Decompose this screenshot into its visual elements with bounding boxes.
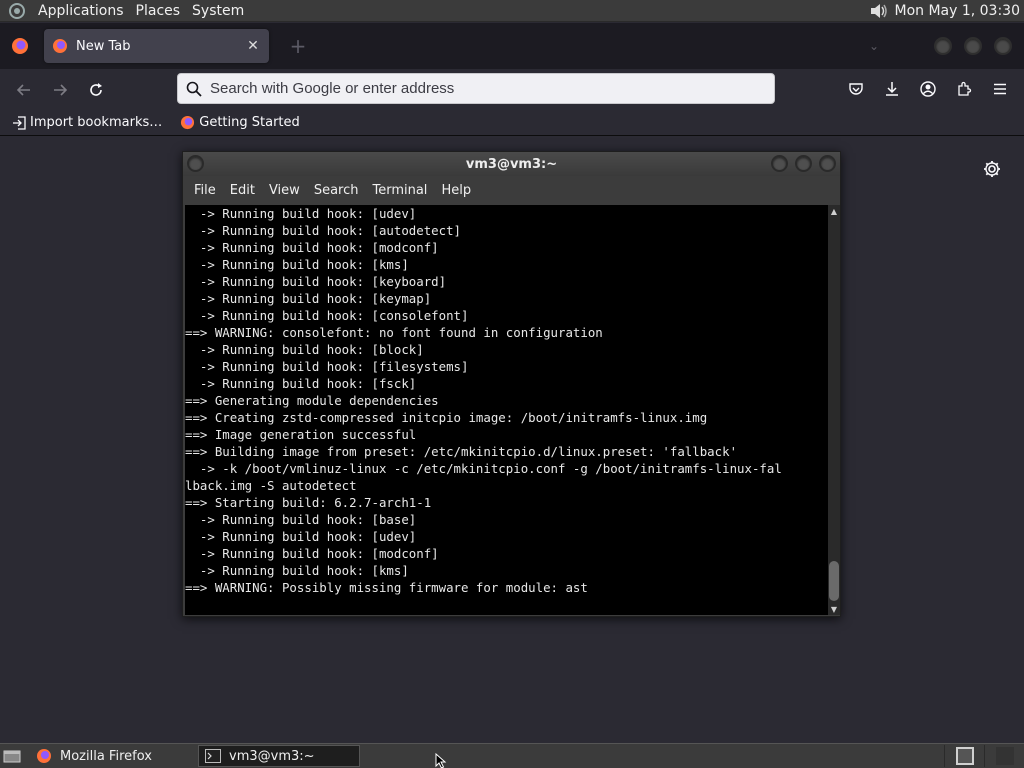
terminal-line: -> Running build hook: [kms] — [185, 563, 409, 578]
terminal-line: -> Running build hook: [keyboard] — [185, 274, 447, 289]
minimize-button[interactable] — [771, 155, 788, 172]
terminal-line: -> Running build hook: [kms] — [185, 257, 409, 272]
clock[interactable]: Mon May 1, 03:30 — [894, 3, 1024, 19]
gear-icon[interactable] — [982, 159, 1002, 179]
distro-logo-icon[interactable] — [6, 0, 28, 22]
bookmark-getting-started-label: Getting Started — [199, 115, 300, 130]
chevron-down-icon[interactable]: ⌄ — [864, 39, 884, 53]
menu-terminal[interactable]: Terminal — [365, 183, 434, 198]
plus-icon[interactable]: + — [283, 31, 313, 61]
task-terminal[interactable]: vm3@vm3:~ — [198, 745, 360, 767]
tab-strip: New Tab ✕ + ⌄ — [0, 23, 1024, 69]
terminal-title: vm3@vm3:~ — [465, 156, 558, 172]
pocket-icon[interactable] — [840, 73, 872, 105]
terminal-line: -> Running build hook: [fsck] — [185, 376, 417, 391]
mouse-cursor-icon — [435, 753, 447, 768]
bookmark-import[interactable]: Import bookmarks… — [6, 115, 168, 130]
import-icon — [13, 115, 26, 130]
nav-toolbar — [0, 69, 1024, 110]
terminal-line: ==> Image generation successful — [185, 427, 417, 442]
taskbar: Mozilla Firefox vm3@vm3:~ — [0, 743, 1024, 768]
terminal-line: ==> WARNING: consolefont: no font found … — [185, 325, 603, 340]
close-window-button[interactable] — [819, 155, 836, 172]
terminal-line: -> Running build hook: [block] — [185, 342, 424, 357]
menu-view[interactable]: View — [262, 183, 307, 198]
volume-icon[interactable] — [868, 0, 890, 22]
menu-help[interactable]: Help — [434, 183, 478, 198]
places-menu[interactable]: Places — [130, 0, 187, 22]
scroll-down-icon[interactable]: ▼ — [828, 603, 840, 615]
show-desktop-icon[interactable] — [0, 745, 24, 767]
scrollbar-thumb[interactable] — [829, 561, 839, 601]
back-arrow-icon[interactable] — [8, 74, 40, 106]
firefox-icon — [181, 115, 195, 130]
task-firefox[interactable]: Mozilla Firefox — [30, 745, 192, 767]
url-bar[interactable] — [177, 73, 775, 104]
system-menu[interactable]: System — [186, 0, 250, 22]
terminal-output[interactable]: -> Running build hook: [udev] -> Running… — [185, 205, 828, 615]
menu-edit[interactable]: Edit — [223, 183, 262, 198]
terminal-line: ==> Starting build: 6.2.7-arch1-1 — [185, 495, 432, 510]
toolbar-right — [836, 73, 1016, 105]
applications-menu[interactable]: Applications — [32, 0, 130, 22]
terminal-line: -> Running build hook: [keymap] — [185, 291, 432, 306]
task-label: vm3@vm3:~ — [229, 748, 315, 764]
firefox-icon — [37, 749, 51, 763]
workspace-box — [995, 747, 1014, 765]
terminal-line: ==> Building image from preset: /etc/mki… — [185, 444, 738, 459]
download-icon[interactable] — [876, 73, 908, 105]
workspace-box — [955, 747, 974, 765]
reload-icon[interactable] — [80, 74, 112, 106]
hamburger-menu-icon[interactable] — [984, 73, 1016, 105]
minimize-button[interactable] — [934, 37, 952, 55]
terminal-line: ==> WARNING: Possibly missing firmware f… — [185, 580, 588, 595]
terminal-line: -> Running build hook: [filesystems] — [185, 359, 469, 374]
terminal-line: -> Running build hook: [autodetect] — [185, 223, 462, 238]
close-window-button[interactable] — [994, 37, 1012, 55]
top-panel: Applications Places System Mon May 1, 03… — [0, 0, 1024, 22]
terminal-line: ==> Generating module dependencies — [185, 393, 439, 408]
menu-file[interactable]: File — [187, 183, 223, 198]
terminal-line: -> Running build hook: [modconf] — [185, 546, 439, 561]
terminal-line: ==> Creating zstd-compressed initcpio im… — [185, 410, 708, 425]
firefox-icon — [53, 39, 67, 53]
tab-new-tab[interactable]: New Tab ✕ — [44, 29, 269, 63]
scroll-up-icon[interactable]: ▲ — [828, 205, 840, 217]
bookmarks-bar: Import bookmarks… Getting Started — [0, 110, 1024, 136]
bookmark-import-label: Import bookmarks… — [30, 115, 163, 130]
window-menu-button[interactable] — [187, 155, 204, 172]
account-icon[interactable] — [912, 73, 944, 105]
search-input[interactable] — [210, 80, 774, 97]
terminal-scrollbar[interactable]: ▲ ▼ — [828, 205, 840, 615]
menu-search[interactable]: Search — [307, 183, 366, 198]
terminal-window[interactable]: vm3@vm3:~ File Edit View Search Terminal… — [182, 151, 841, 617]
close-icon[interactable]: ✕ — [245, 38, 261, 54]
terminal-menubar: File Edit View Search Terminal Help — [183, 176, 840, 204]
extensions-icon[interactable] — [948, 73, 980, 105]
terminal-titlebar[interactable]: vm3@vm3:~ — [183, 152, 840, 176]
terminal-line: -> Running build hook: [consolefont] — [185, 308, 469, 323]
forward-arrow-icon[interactable] — [44, 74, 76, 106]
terminal-line: -> Running build hook: [modconf] — [185, 240, 439, 255]
tab-title: New Tab — [76, 38, 131, 54]
workspace-1[interactable] — [944, 745, 984, 767]
terminal-line: -> Running build hook: [udev] — [185, 206, 417, 221]
terminal-line: -> Running build hook: [base] — [185, 512, 417, 527]
terminal-line: -> Running build hook: [udev] — [185, 529, 417, 544]
firefox-icon[interactable] — [0, 23, 40, 69]
bookmark-getting-started[interactable]: Getting Started — [174, 115, 306, 130]
workspace-2[interactable] — [984, 745, 1024, 767]
terminal-line: -> -k /boot/vmlinuz-linux -c /etc/mkinit… — [185, 461, 782, 476]
maximize-button[interactable] — [795, 155, 812, 172]
search-icon — [186, 81, 202, 97]
maximize-button[interactable] — [964, 37, 982, 55]
terminal-line: lback.img -S autodetect — [185, 478, 357, 493]
task-label: Mozilla Firefox — [60, 748, 152, 764]
terminal-icon — [205, 749, 221, 763]
